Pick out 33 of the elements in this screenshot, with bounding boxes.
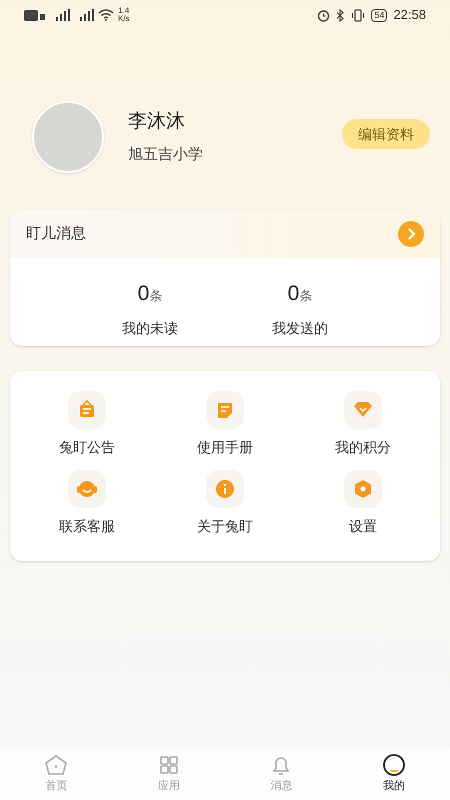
home-icon xyxy=(44,753,68,778)
count-unit: 条 xyxy=(299,287,312,305)
menu-label[interactable]: 联系客服 xyxy=(59,516,115,537)
stat-label[interactable]: 我发送的 xyxy=(272,318,328,338)
diamond-icon[interactable] xyxy=(344,391,382,429)
notice-bag-icon[interactable] xyxy=(68,391,106,429)
alarm-icon xyxy=(317,8,330,22)
count-unit: 条 xyxy=(149,287,162,305)
menu-label[interactable]: 设置 xyxy=(349,516,377,537)
message-count: 0 xyxy=(288,281,300,307)
hexagon-icon[interactable] xyxy=(344,470,382,508)
network-speed: 1.4 K/s xyxy=(118,7,130,23)
battery-level: 54 xyxy=(371,8,388,22)
bluetooth-icon xyxy=(336,8,346,22)
user-name: 李沐沐 xyxy=(128,110,186,134)
messages-title: 盯儿消息 xyxy=(26,224,86,244)
wifi-icon xyxy=(98,9,114,21)
clock: 22:58 xyxy=(393,6,426,24)
note-icon[interactable] xyxy=(206,391,244,429)
menu-label[interactable]: 我的积分 xyxy=(335,437,391,458)
stat-label[interactable]: 我的未读 xyxy=(122,318,178,338)
info-icon[interactable] xyxy=(206,470,244,508)
headset-icon[interactable] xyxy=(68,470,106,508)
menu-label[interactable]: 使用手册 xyxy=(197,437,253,458)
menu-label[interactable]: 关于兔盯 xyxy=(197,516,253,537)
message-count: 0 xyxy=(138,281,150,307)
nav-tab[interactable]: 我的 xyxy=(338,748,450,800)
arrow-button-icon[interactable] xyxy=(398,221,424,247)
person-circle-icon xyxy=(382,753,406,778)
vibrate-icon xyxy=(351,8,366,22)
school-name: 旭五吉小学 xyxy=(128,145,203,165)
menu-label[interactable]: 兔盯公告 xyxy=(59,437,115,458)
edit-profile-button[interactable]: 编辑资料 xyxy=(342,119,430,149)
